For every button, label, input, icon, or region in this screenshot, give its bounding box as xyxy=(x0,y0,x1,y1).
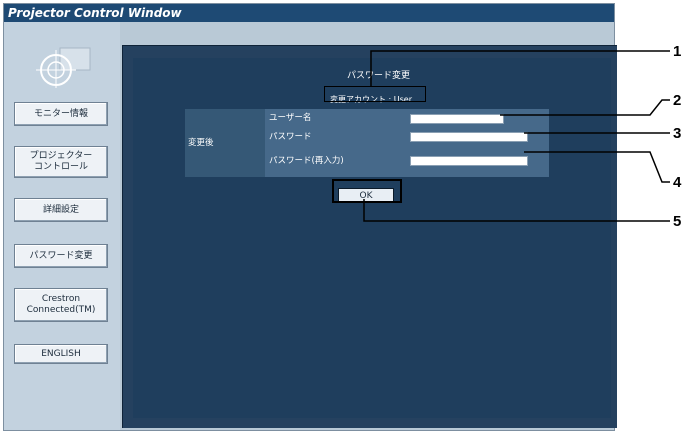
callout-number-4: 4 xyxy=(673,174,682,191)
callout-number-5: 5 xyxy=(673,213,682,230)
callout-number-1: 1 xyxy=(673,43,682,60)
callout-leader-lines xyxy=(363,50,670,222)
callout-number-2: 2 xyxy=(673,92,682,109)
callout-number-3: 3 xyxy=(673,125,682,142)
